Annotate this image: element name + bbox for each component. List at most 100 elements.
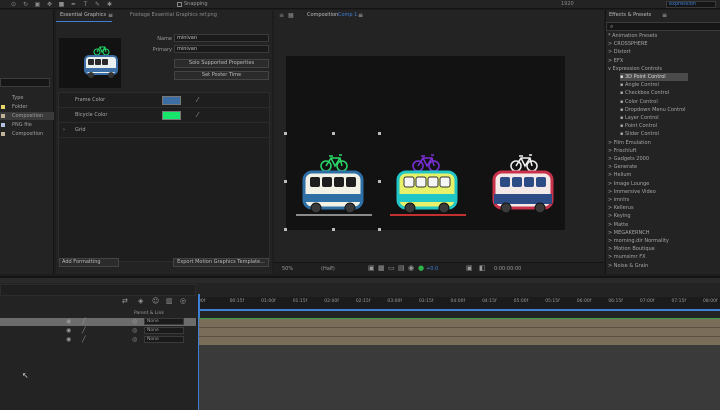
region-icon[interactable]: ▣: [368, 264, 375, 272]
effect-category[interactable]: > Kellerus: [608, 204, 718, 212]
effect-item[interactable]: ▪ Dropdown Menu Control: [620, 106, 688, 114]
brush-icon[interactable]: ✎: [94, 1, 101, 8]
effect-item[interactable]: ▪ Color Control: [620, 98, 688, 106]
snapping-checkbox[interactable]: [177, 2, 182, 7]
pickwhip-icon[interactable]: ◎: [132, 327, 137, 334]
show-snapshot-icon[interactable]: ◧: [479, 264, 486, 272]
type-icon[interactable]: T: [82, 1, 89, 8]
project-search-input[interactable]: [0, 78, 50, 87]
effect-category[interactable]: * Animation Presets: [608, 32, 718, 40]
visibility-eye-icon[interactable]: ◉: [66, 318, 71, 325]
essential-property-row[interactable]: Frame Color ⁄: [59, 93, 269, 108]
transform-handle[interactable]: [284, 180, 287, 183]
workspace-label[interactable]: 1920: [561, 1, 574, 7]
project-item[interactable]: PNG file: [0, 121, 54, 129]
set-poster-time-button[interactable]: Set Poster Time: [174, 71, 269, 80]
add-formatting-dropdown[interactable]: Add Formatting: [59, 258, 119, 267]
effect-category[interactable]: > EFX: [608, 57, 718, 65]
effect-category[interactable]: > Film Emulation: [608, 139, 718, 147]
lock-icon[interactable]: ≡: [279, 10, 284, 21]
comp-flowchart-icon[interactable]: ⇄: [122, 297, 128, 305]
layer-row[interactable]: ◉ ╱ ◎ None: [66, 336, 196, 344]
project-item[interactable]: Composition: [0, 130, 54, 138]
effect-category[interactable]: > Gadgets 2000: [608, 155, 718, 163]
effect-category[interactable]: > Keying: [608, 212, 718, 220]
pickwhip-icon[interactable]: ◎: [132, 336, 137, 343]
layer-row[interactable]: ◉ ╱ ◎ None: [66, 318, 196, 326]
layer-switch-icon[interactable]: ╱: [82, 336, 86, 343]
motion-blur-icon[interactable]: ◎: [180, 297, 186, 305]
name-field[interactable]: minivan: [174, 34, 269, 42]
visibility-eye-icon[interactable]: ◉: [66, 327, 71, 334]
essential-property-row[interactable]: Grid ›: [59, 123, 269, 138]
panel-menu-icon[interactable]: ≡: [662, 10, 667, 21]
transform-handle[interactable]: [332, 228, 335, 231]
effect-category[interactable]: > Frischluft: [608, 147, 718, 155]
pan-behind-icon[interactable]: ✥: [46, 1, 53, 8]
magnify-icon[interactable]: ⊙: [10, 1, 17, 8]
composition-canvas[interactable]: [286, 56, 565, 230]
transparency-grid-icon[interactable]: ▦: [378, 264, 385, 272]
comp-name[interactable]: Comp 1: [338, 10, 357, 21]
layer-switch-icon[interactable]: ╱: [82, 327, 86, 334]
panel-menu-icon[interactable]: ≡: [108, 10, 113, 21]
tab-effects-presets[interactable]: Effects & Presets: [609, 10, 651, 21]
parent-dropdown[interactable]: None: [144, 336, 184, 343]
effect-item[interactable]: ▪ Slider Control: [620, 130, 688, 138]
camera-icon[interactable]: ▣: [34, 1, 41, 8]
comp-menu-icon[interactable]: ≡: [358, 10, 363, 21]
expand-arrow-icon[interactable]: ›: [63, 123, 65, 138]
layer-duration-bars[interactable]: [199, 318, 720, 345]
mask-visibility-icon[interactable]: ▭: [388, 264, 395, 272]
time-ruler[interactable]: 00f 00:15f 01:00f 01:15f 02:00f 02:15f 03:00f 0…: [198, 297, 720, 309]
puppet-icon[interactable]: ✱: [106, 1, 113, 8]
effect-item[interactable]: ▪ Checkbox Control: [620, 89, 688, 97]
transform-handle[interactable]: [332, 132, 335, 135]
tab-essential-graphics[interactable]: Essential Graphics: [60, 10, 106, 21]
eyedropper-icon[interactable]: ⁄: [197, 108, 198, 123]
effect-category[interactable]: > Distort: [608, 48, 718, 56]
essential-property-row[interactable]: Bicycle Color ⁄: [59, 108, 269, 123]
effect-category[interactable]: > Image Lounge: [608, 180, 718, 188]
visibility-eye-icon[interactable]: ◉: [66, 336, 71, 343]
effect-category[interactable]: > Matte: [608, 221, 718, 229]
parent-dropdown[interactable]: None: [144, 318, 184, 325]
transform-handle[interactable]: [284, 132, 287, 135]
eyedropper-icon[interactable]: ⁄: [197, 93, 198, 108]
help-search-input[interactable]: expression: [666, 1, 716, 8]
snapshot-icon[interactable]: ▣: [466, 264, 473, 272]
effect-category[interactable]: > morning.dir Normality: [608, 237, 718, 245]
draft-3d-icon[interactable]: ◈: [138, 297, 143, 305]
parent-dropdown[interactable]: None: [144, 327, 184, 334]
effect-category[interactable]: > Helium: [608, 171, 718, 179]
effect-category[interactable]: v Expression Controls: [608, 65, 718, 73]
tab-footage[interactable]: Footage Essential Graphics ref.png: [130, 10, 217, 21]
effects-search-input[interactable]: ⌕: [606, 22, 720, 31]
mask-icon[interactable]: ■: [58, 1, 65, 8]
current-timecode[interactable]: 0:00:00:00: [494, 266, 521, 272]
tab-composition[interactable]: Composition: [307, 10, 338, 21]
effect-category[interactable]: > Immersive Video: [608, 188, 718, 196]
guides-icon[interactable]: ▤: [398, 264, 405, 272]
rotate-icon[interactable]: ↻: [22, 1, 29, 8]
export-template-button[interactable]: Export Motion Graphics Template...: [173, 258, 269, 267]
exposure-value[interactable]: +0.0: [426, 266, 438, 272]
primary-field[interactable]: minivan: [174, 45, 269, 53]
color-manage-icon[interactable]: ●: [418, 264, 424, 272]
channel-icon[interactable]: ◉: [408, 264, 414, 272]
effect-category[interactable]: > Noise & Grain: [608, 262, 718, 270]
color-swatch[interactable]: [162, 96, 181, 105]
solo-supported-properties-button[interactable]: Solo Supported Properties: [174, 59, 269, 68]
zoom-dropdown[interactable]: 50%: [282, 266, 293, 272]
color-swatch[interactable]: [162, 111, 181, 120]
transform-handle[interactable]: [378, 132, 381, 135]
work-area-bar[interactable]: [198, 309, 720, 311]
shy-icon[interactable]: ☺: [152, 297, 159, 305]
effect-category[interactable]: > MEGAKERNCH: [608, 229, 718, 237]
effect-category[interactable]: > mumsimr FX: [608, 253, 718, 261]
pickwhip-icon[interactable]: ◎: [132, 318, 137, 325]
effect-category[interactable]: > imnlrs: [608, 196, 718, 204]
timeline-search-input[interactable]: [0, 284, 196, 296]
effect-category[interactable]: > Generate: [608, 163, 718, 171]
pen-icon[interactable]: ✒: [70, 1, 77, 8]
